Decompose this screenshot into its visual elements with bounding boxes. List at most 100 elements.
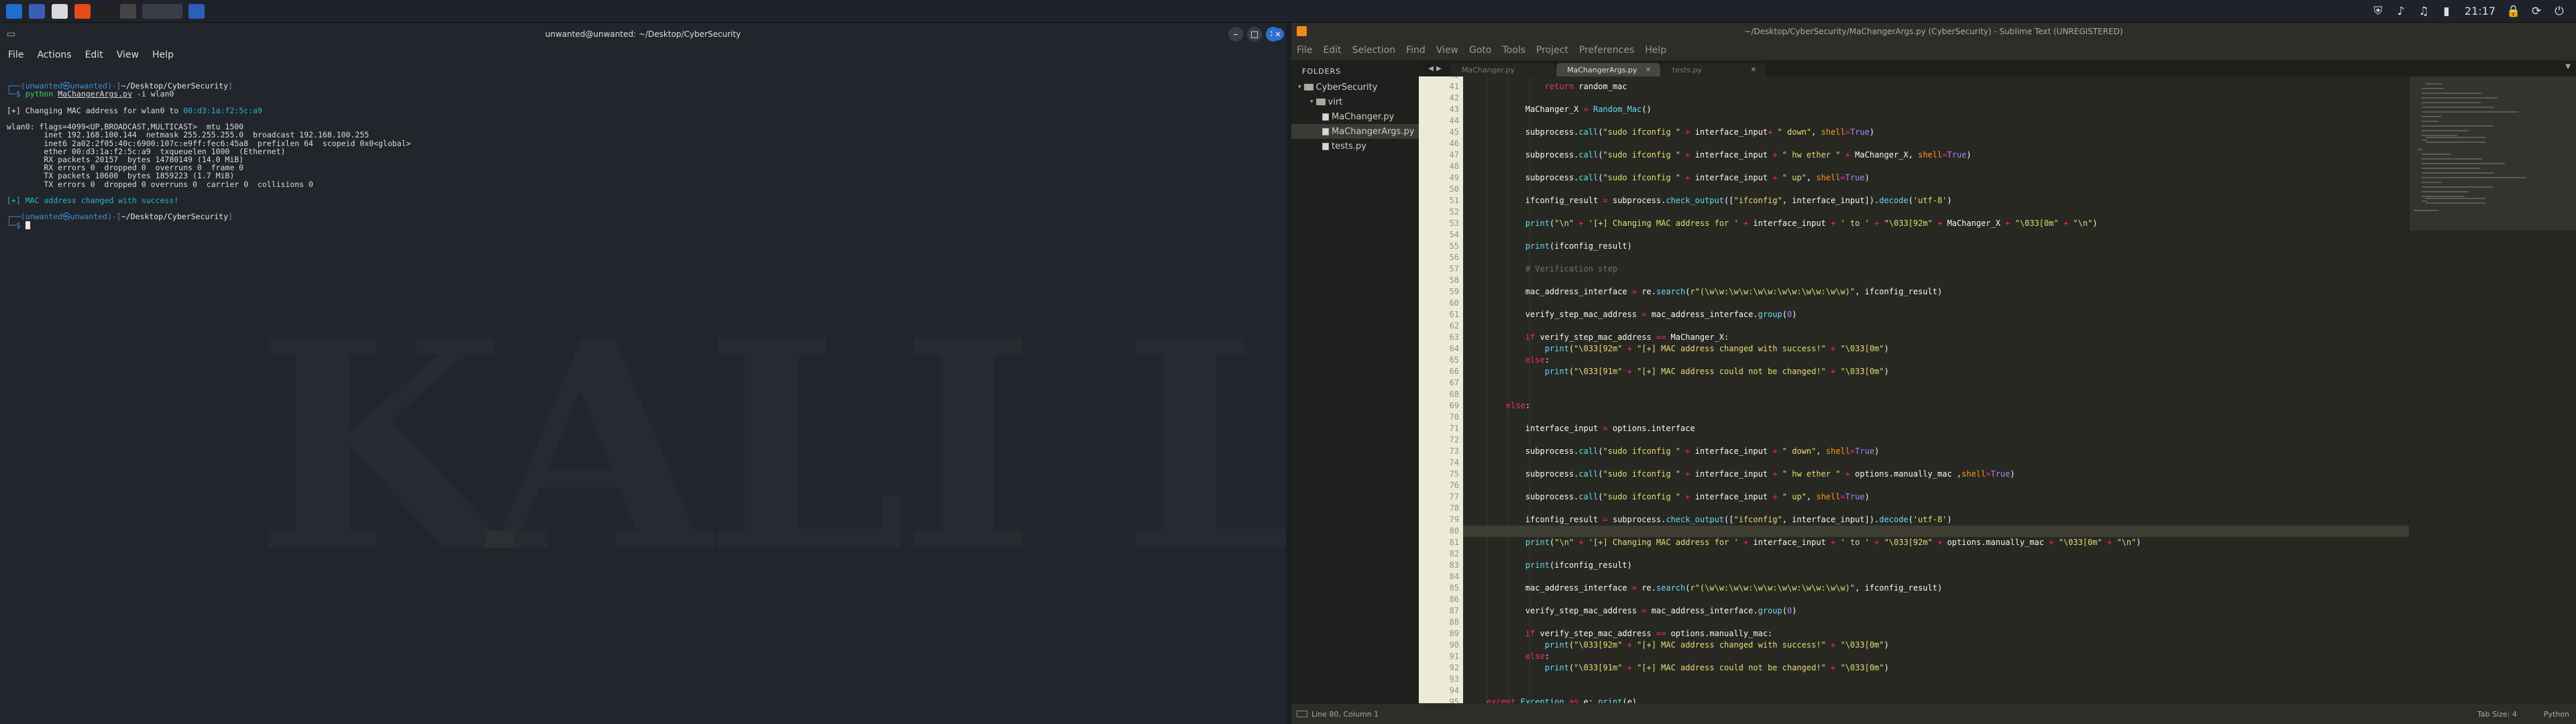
tab-tests-py[interactable]: tests.py ✕ <box>1662 63 1766 76</box>
terminal-output[interactable]: ┌──(unwanted㉿unwanted)-[~/Desktop/CyberS… <box>7 74 1279 230</box>
minimap-line <box>2422 158 2482 160</box>
status-panel-icon[interactable] <box>1297 711 1307 717</box>
file-icon <box>1322 113 1329 121</box>
minimap-line <box>2418 148 2423 150</box>
chevron-down-icon[interactable]: ▾ <box>1298 84 1301 90</box>
minimap-line <box>2422 195 2465 197</box>
minimap-line <box>2426 82 2442 84</box>
tree-item-cybersecurity[interactable]: ▾ CyberSecurity <box>1291 80 1419 95</box>
menu-help[interactable]: Help <box>1645 45 1666 56</box>
tab-machanger-py[interactable]: MaChanger.py <box>1451 63 1555 76</box>
workspace-icon[interactable] <box>28 3 46 19</box>
power-icon[interactable]: ⏻ <box>2551 3 2568 19</box>
menu-preferences[interactable]: Preferences <box>1579 45 1634 56</box>
terminal-icon-glyph <box>97 3 113 19</box>
sublime-window[interactable]: ~/Desktop/CyberSecurity/MaChangerArgs.py… <box>1291 23 2576 724</box>
menu-edit[interactable]: Edit <box>1323 45 1341 56</box>
minimap-line <box>2422 111 2518 113</box>
tree-item-label: MaChanger.py <box>1332 111 1395 122</box>
minimap-line <box>2422 115 2441 117</box>
window-icon[interactable] <box>119 3 137 19</box>
tab-close-icon[interactable]: ✕ <box>1646 66 1651 74</box>
minimize-icon[interactable]: – <box>1228 27 1243 42</box>
line-numbers: 40 41 42 43 44 45 46 47 48 49 50 51 52 5… <box>1449 76 1459 703</box>
code-editor[interactable]: return random_mac MaChanger_X = Random_M… <box>1463 76 2409 703</box>
terminal-menu-actions[interactable]: Actions <box>37 50 71 60</box>
prompt-close-2: ] <box>228 212 233 222</box>
terminal-titlebar[interactable]: ▭ unwanted@unwanted: ~/Desktop/CyberSecu… <box>0 23 1286 46</box>
browser-icon[interactable] <box>74 3 91 19</box>
files-icon[interactable] <box>51 3 68 19</box>
minimap-line <box>2422 186 2493 188</box>
active-terminal-icon-glyph <box>142 3 182 19</box>
terminal-menu-help[interactable]: Help <box>152 50 174 60</box>
terminal-menu-edit[interactable]: Edit <box>85 50 103 60</box>
tree-item-label: tests.py <box>1332 141 1366 152</box>
tab-label: MaChangerArgs.py <box>1567 65 1638 74</box>
tab-label: MaChanger.py <box>1462 65 1515 74</box>
tab-close-icon[interactable]: ✕ <box>1751 66 1756 74</box>
menu-tools[interactable]: Tools <box>1502 45 1525 56</box>
tab-label: tests.py <box>1672 65 1702 74</box>
minimap-line <box>2414 209 2439 211</box>
top-panel: ⛨ ♪ ♫ ▮ 21:17 🔒 ⟳ ⏻ <box>0 0 2576 23</box>
minimap-line <box>2422 190 2469 192</box>
tab-dropdown-icon[interactable]: ▼ <box>2565 63 2571 70</box>
bell-icon[interactable]: ♫ <box>2415 3 2432 19</box>
minimap[interactable] <box>2409 76 2576 703</box>
menu-find[interactable]: Find <box>1406 45 1426 56</box>
prompt-close: ] <box>228 81 233 91</box>
refresh-icon[interactable]: ⟳ <box>2528 3 2545 19</box>
sublime-title: ~/Desktop/CyberSecurity/MaChangerArgs.py… <box>1744 27 2123 36</box>
sublime-titlebar[interactable]: ~/Desktop/CyberSecurity/MaChangerArgs.py… <box>1291 23 2576 40</box>
menu-view[interactable]: View <box>1436 45 1458 56</box>
terminal-cursor <box>25 221 30 230</box>
terminal-menu-file[interactable]: File <box>8 50 23 60</box>
menu-selection[interactable]: Selection <box>1352 45 1396 56</box>
minimap-line <box>2422 176 2526 178</box>
kali-menu-icon[interactable] <box>5 3 23 19</box>
menu-file[interactable]: File <box>1297 45 1312 56</box>
tree-item-machanger-py[interactable]: MaChanger.py <box>1291 109 1419 124</box>
prompt-corner2: └─ <box>7 89 16 99</box>
tree-item-virt[interactable]: ▾ virt <box>1291 95 1419 109</box>
terminal-icon[interactable] <box>97 3 114 19</box>
minimap-line <box>2422 120 2439 122</box>
terminal-menubar: File Actions Edit View Help <box>0 46 1286 64</box>
tab-machangerargs-py[interactable]: MaChangerArgs.py ✕ <box>1556 63 1660 76</box>
tabs: MaChanger.py MaChangerArgs.py ✕ tests.py ✕ <box>1451 60 1767 76</box>
clock[interactable]: 21:17 <box>2465 5 2496 17</box>
shield-icon[interactable]: ⛨ <box>2369 3 2387 19</box>
tab-prev-icon[interactable]: ◀ <box>1428 65 1434 72</box>
terminal-menu-view[interactable]: View <box>117 50 139 60</box>
tab-next-icon[interactable]: ▶ <box>1436 65 1442 72</box>
sublime-panel-icon[interactable] <box>188 3 205 19</box>
tree-item-label: virt <box>1328 97 1343 107</box>
success-msg: [+] MAC address changed with success! <box>7 196 179 206</box>
minimap-lines <box>2414 80 2548 212</box>
menu-goto[interactable]: Goto <box>1469 45 1491 56</box>
terminal-window-icon[interactable]: ▭ <box>7 29 15 40</box>
lock-icon[interactable]: 🔒 <box>2505 3 2522 19</box>
code-text[interactable]: return random_mac MaChanger_X = Random_M… <box>1487 76 2141 703</box>
chevron-down-icon[interactable]: ▾ <box>1310 99 1313 105</box>
tree-item-tests-py[interactable]: tests.py <box>1291 139 1419 154</box>
active-terminal-icon[interactable] <box>142 3 182 19</box>
maximize-icon[interactable]: □ <box>1247 27 1262 42</box>
terminal-window[interactable]: KALI LINUX ▭ unwanted@unwanted: ~/Deskto… <box>0 23 1286 724</box>
status-syntax[interactable]: Python <box>2544 710 2569 719</box>
minimap-line <box>2422 125 2493 127</box>
battery-icon[interactable]: ▮ <box>2438 3 2455 19</box>
status-tab-size[interactable]: Tab Size: 4 <box>2477 710 2517 719</box>
sidebar: FOLDERS ▾ CyberSecurity ▾ virt MaChanger.py M… <box>1291 60 1419 704</box>
tab-nav[interactable]: ◀ ▶ <box>1419 60 1451 76</box>
cmd-python: python <box>25 89 54 99</box>
menu-project[interactable]: Project <box>1536 45 1568 56</box>
ifconfig-line: TX errors 0 dropped 0 overruns 0 carrier… <box>7 179 313 189</box>
volume-icon[interactable]: ♪ <box>2392 3 2410 19</box>
cmd-file: MaChangerArgs.py <box>58 89 132 99</box>
tree-item-machangerargs-py[interactable]: MaChangerArgs.py <box>1291 124 1419 139</box>
window-close-button[interactable]: ✕ <box>1272 28 1284 40</box>
minimap-line <box>2422 101 2481 103</box>
prompt-dir-2: ~/Desktop/CyberSecurity <box>121 212 229 222</box>
